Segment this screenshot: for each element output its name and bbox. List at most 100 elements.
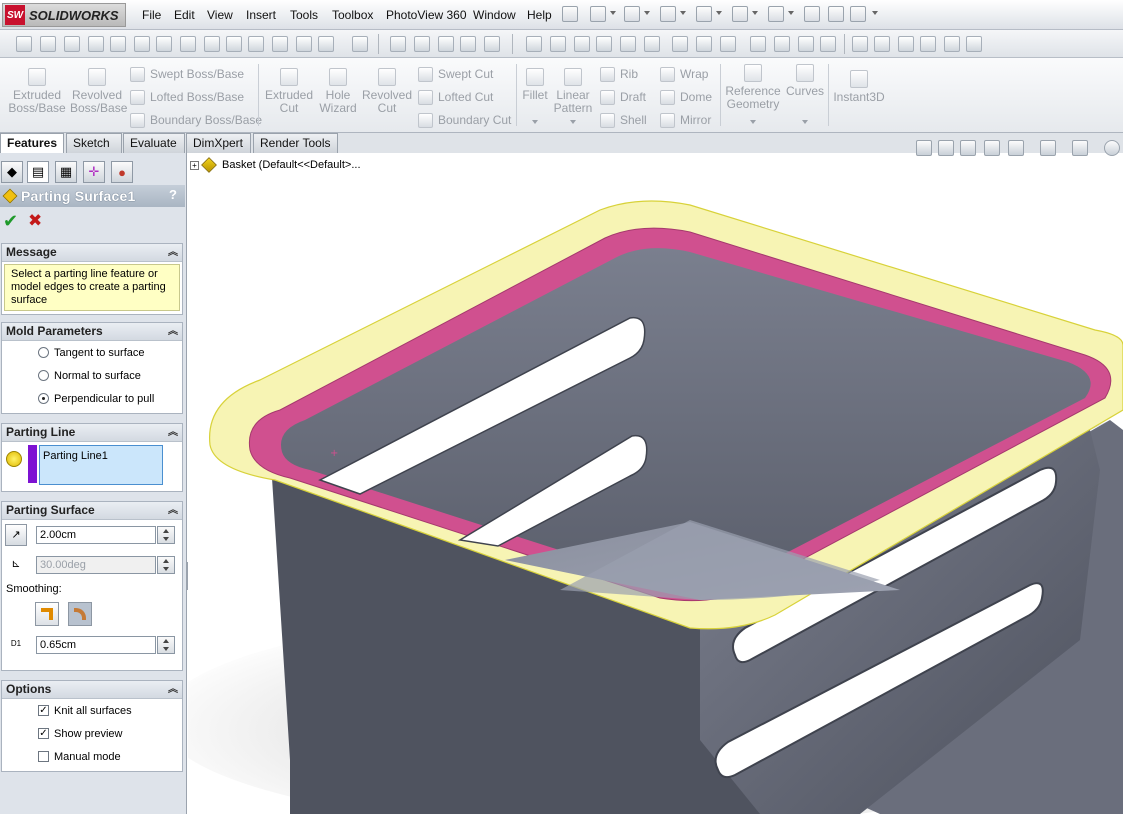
zoom-to-fit-icon[interactable] [916,140,932,156]
mold-tools-parting-lines-icon[interactable] [390,36,406,52]
core-icon[interactable] [852,36,868,52]
cancel-x-icon[interactable]: ✖ [28,211,42,231]
linear-pattern-dropdown-icon[interactable] [570,120,576,124]
radio-perpendicular-to-pull[interactable]: Perpendicular to pull [2,387,182,410]
smooth-smoothing-button[interactable] [68,602,92,626]
menu-insert[interactable]: Insert [246,8,276,22]
display-style-icon[interactable] [1040,140,1056,156]
property-manager-tab-icon[interactable]: ▤ [27,161,49,183]
check-icon[interactable] [156,36,172,52]
tab-evaluate[interactable]: Evaluate [123,133,185,153]
parting-line-selection-box[interactable]: Parting Line1 [39,445,163,485]
shell-button[interactable]: Shell [600,112,647,128]
smoothing-distance-input[interactable]: 0.65cm [36,636,156,654]
graphics-area[interactable]: + [188,153,1123,814]
fillet-button[interactable]: Fillet [520,68,550,102]
boundary-boss-button[interactable]: Boundary Boss/Base [130,112,262,128]
smoothing-distance-spinner[interactable] [157,636,175,654]
menu-photoview[interactable]: PhotoView 360 [386,8,467,22]
parting-surfaces-icon[interactable] [438,36,454,52]
hole-wizard-button[interactable]: Hole Wizard [318,68,358,115]
planar-surface-icon[interactable] [696,36,712,52]
tab-sketch[interactable]: Sketch [66,133,122,153]
draft-icon[interactable] [944,36,960,52]
open-dropdown-icon[interactable] [644,11,650,15]
geometry-analysis-icon[interactable] [226,36,242,52]
tooling-split-icon[interactable] [484,36,500,52]
new-document-icon[interactable] [590,6,606,22]
offset-surface-icon[interactable] [620,36,636,52]
save-dropdown-icon[interactable] [680,11,686,15]
move-face-icon[interactable] [820,36,836,52]
solidworks-logo[interactable]: SW SOLIDWORKS [2,3,126,27]
swept-boss-button[interactable]: Swept Boss/Base [130,66,244,82]
menu-view[interactable]: View [207,8,233,22]
radio-button[interactable] [38,347,49,358]
swept-cut-button[interactable]: Swept Cut [418,66,493,82]
parting-line-analysis-icon[interactable] [296,36,312,52]
symmetry-check-icon[interactable] [352,36,368,52]
rib-button[interactable]: Rib [600,66,638,82]
shut-off-surfaces-icon[interactable] [414,36,430,52]
collapse-icon[interactable]: ︽ [168,681,178,698]
distance-spinner[interactable] [157,526,175,544]
curves-button[interactable]: Curves [786,64,824,98]
hide-show-items-icon[interactable] [1072,140,1088,156]
surface-loft-icon[interactable] [596,36,612,52]
mold-parameters-header[interactable]: Mold Parameters ︽ [2,323,182,341]
options-dropdown-icon[interactable] [872,11,878,15]
spelling-icon[interactable] [16,36,32,52]
reference-geometry-dropdown-icon[interactable] [750,120,756,124]
new-dropdown-icon[interactable] [610,11,616,15]
radio-normal-to-surface[interactable]: Normal to surface [2,364,182,387]
mass-properties-icon[interactable] [64,36,80,52]
tab-render-tools[interactable]: Render Tools [253,133,338,153]
check-entity-icon[interactable] [180,36,196,52]
print-dropdown-icon[interactable] [716,11,722,15]
menu-help[interactable]: Help [527,8,552,22]
linear-pattern-button[interactable]: Linear Pattern [552,68,594,115]
reference-geometry-button[interactable]: Reference Geometry [724,64,782,111]
menu-window[interactable]: Window [473,8,516,22]
ruled-surface-icon[interactable] [460,36,476,52]
fillet-surface-icon[interactable] [798,36,814,52]
radio-button-selected[interactable] [38,393,49,404]
menu-tools[interactable]: Tools [290,8,318,22]
feature-tree-root[interactable]: + Basket (Default<<Default>... [190,157,361,173]
fillet-dropdown-icon[interactable] [532,120,538,124]
measure-icon[interactable] [40,36,56,52]
distance-input[interactable]: 2.00cm [36,526,156,544]
configuration-manager-tab-icon[interactable]: ▦ [55,161,77,183]
options-header[interactable]: Options ︽ [2,681,182,699]
curves-dropdown-icon[interactable] [802,120,808,124]
view-orientation-icon[interactable] [1008,140,1024,156]
checkbox-knit-all-surfaces[interactable]: ✓ Knit all surfaces [2,699,182,722]
parting-surface-header[interactable]: Parting Surface ︽ [2,502,182,520]
open-icon[interactable] [624,6,640,22]
collapse-icon[interactable]: ︽ [168,424,178,441]
untrim-surface-icon[interactable] [774,36,790,52]
revolved-cut-button[interactable]: Revolved Cut [362,68,412,115]
help-icon[interactable]: ? [165,187,181,204]
equations-icon[interactable] [204,36,220,52]
parting-line-header[interactable]: Parting Line ︽ [2,424,182,442]
trim-surface-icon[interactable] [750,36,766,52]
instant3d-button[interactable]: Instant3D [832,70,886,104]
lofted-cut-button[interactable]: Lofted Cut [418,89,493,105]
radio-button[interactable] [38,370,49,381]
undo-icon[interactable] [732,6,748,22]
undo-dropdown-icon[interactable] [752,11,758,15]
knit-surface-icon[interactable] [672,36,688,52]
ok-checkmark-icon[interactable]: ✔ [3,211,18,232]
checkbox-unchecked[interactable] [38,751,49,762]
insert-mold-folders-icon[interactable] [966,36,982,52]
part-name[interactable]: Basket (Default<<Default>... [222,159,361,171]
menu-toolbox[interactable]: Toolbox [332,8,373,22]
draft-analysis-icon[interactable] [248,36,264,52]
rebuild-icon[interactable] [804,6,820,22]
surface-extrude-icon[interactable] [526,36,542,52]
parting-line-item[interactable]: Parting Line1 [43,450,108,462]
lofted-boss-button[interactable]: Lofted Boss/Base [130,89,244,105]
select-icon[interactable] [768,6,784,22]
cavity-icon[interactable] [874,36,890,52]
